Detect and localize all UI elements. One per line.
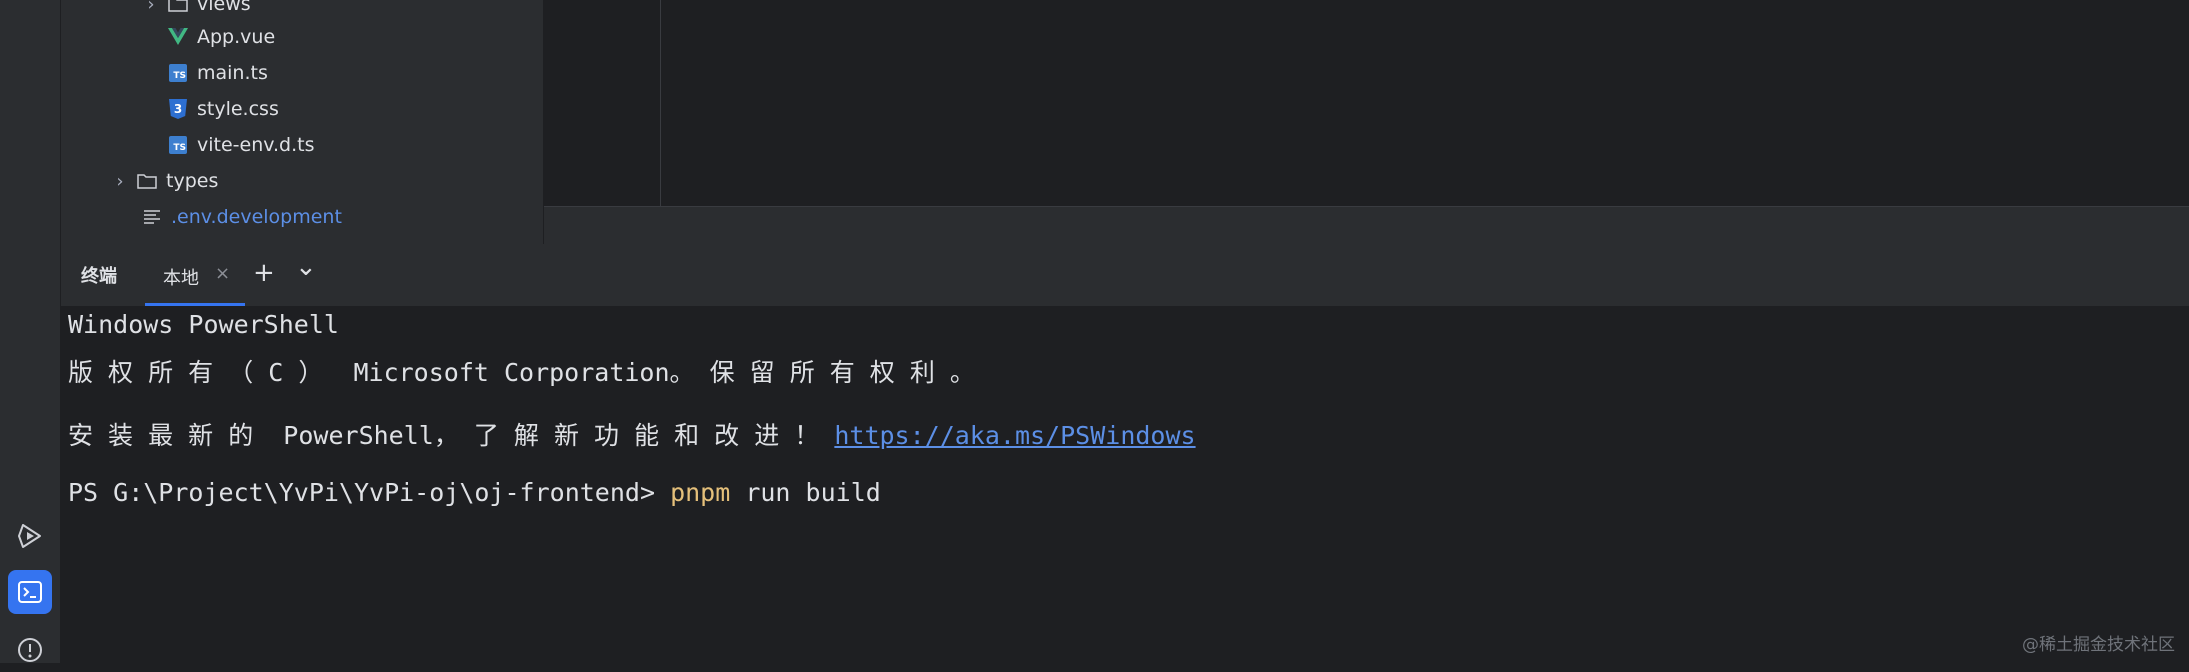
tool-window-strip xyxy=(0,0,61,663)
close-icon[interactable]: × xyxy=(215,263,230,284)
tree-item-style-css[interactable]: 3 style.css xyxy=(167,92,279,126)
css-file-icon: 3 xyxy=(167,98,189,120)
terminal-output[interactable]: Windows PowerShell 版 权 所 有 （ C ） Microso… xyxy=(61,306,2189,663)
terminal-title: 终端 xyxy=(81,266,117,287)
add-terminal-button[interactable]: + xyxy=(253,258,275,288)
tree-item-label: vite-env.d.ts xyxy=(197,134,315,156)
terminal-tab-local[interactable]: 本地 × xyxy=(145,244,245,306)
editor-gutter-divider xyxy=(660,0,661,206)
problems-tool-button[interactable] xyxy=(8,628,52,672)
tree-item-env-development[interactable]: .env.development xyxy=(141,200,342,234)
tree-item-app-vue[interactable]: App.vue xyxy=(167,20,275,54)
typescript-file-icon: TS xyxy=(167,62,189,84)
run-icon xyxy=(18,524,41,548)
command-args: run build xyxy=(730,478,881,507)
panel-splitter[interactable] xyxy=(544,207,2189,244)
terminal-tab-label: 本地 xyxy=(163,268,199,289)
tree-item-label: .env.development xyxy=(171,206,342,228)
vue-file-icon xyxy=(167,26,189,48)
chevron-down-icon[interactable]: ⌄ xyxy=(295,252,317,282)
terminal-line-2: 版 权 所 有 （ C ） Microsoft Corporation。 保 留… xyxy=(68,358,975,387)
terminal-icon xyxy=(18,581,42,603)
tree-item-label: views xyxy=(197,0,251,15)
terminal-tool-button[interactable] xyxy=(8,570,52,614)
tree-item-views[interactable]: › views xyxy=(141,0,251,21)
chevron-right-icon: › xyxy=(116,170,124,192)
powershell-link[interactable]: https://aka.ms/PSWindows xyxy=(834,421,1195,450)
project-tree-panel: › views App.vue TS main.ts 3 style.css T… xyxy=(61,0,543,244)
terminal-header: 终端 本地 × + ⌄ xyxy=(61,244,2189,307)
tree-item-label: main.ts xyxy=(197,62,268,84)
terminal-line-3: 安 装 最 新 的 PowerShell， 了 解 新 功 能 和 改 进 ！ … xyxy=(68,416,1196,452)
prompt: PS G:\Project\YvPi\YvPi-oj\oj-frontend> xyxy=(68,478,671,507)
problems-icon xyxy=(18,638,42,662)
terminal-line-1: Windows PowerShell xyxy=(68,310,339,339)
tree-item-main-ts[interactable]: TS main.ts xyxy=(167,56,268,90)
folder-icon xyxy=(167,0,189,15)
tree-item-types[interactable]: › types xyxy=(110,164,218,198)
command-name: pnpm xyxy=(670,478,731,507)
run-tool-button[interactable] xyxy=(8,514,52,558)
folder-icon xyxy=(136,170,158,192)
watermark: @稀土掘金技术社区 xyxy=(2022,635,2175,655)
typescript-file-icon: TS xyxy=(167,134,189,156)
tree-item-label: style.css xyxy=(197,98,279,120)
editor-area[interactable] xyxy=(544,0,2189,207)
terminal-prompt-line: PS G:\Project\YvPi\YvPi-oj\oj-frontend> … xyxy=(68,478,881,507)
chevron-right-icon: › xyxy=(147,0,155,15)
tree-item-vite-env[interactable]: TS vite-env.d.ts xyxy=(167,128,315,162)
tree-item-label: App.vue xyxy=(197,26,276,48)
tree-item-label: types xyxy=(166,170,219,192)
install-message: 安 装 最 新 的 PowerShell， 了 解 新 功 能 和 改 进 ！ xyxy=(68,421,835,450)
text-file-icon xyxy=(141,206,163,228)
